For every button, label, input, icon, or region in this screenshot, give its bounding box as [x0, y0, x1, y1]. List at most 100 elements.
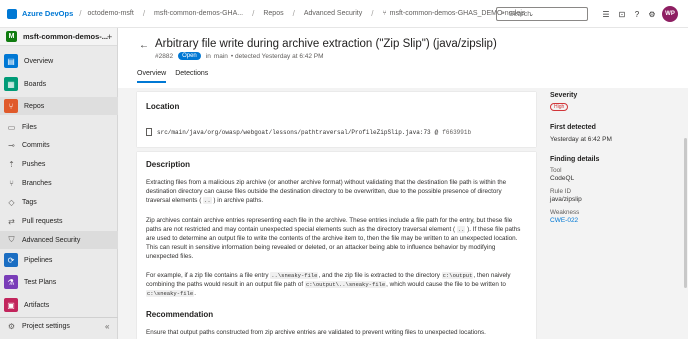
branch-icon: ⑂: [9, 178, 14, 188]
back-arrow-icon[interactable]: ←: [139, 40, 149, 51]
details-panel: Severity High First detected Yesterday a…: [550, 92, 670, 224]
description-card: Description Extracting files from a mali…: [137, 152, 536, 339]
shield-icon: ⛉: [8, 235, 15, 244]
alert-id: #2882: [155, 52, 174, 60]
sidebar-item-boards[interactable]: ▦ Boards: [0, 75, 118, 93]
text: Extracting files from a malicious zip ar…: [146, 179, 507, 204]
inline-code: c:\sneaky-file: [146, 290, 195, 297]
alert-header: ← Arbitrary file write during archive ex…: [118, 28, 688, 88]
main-content: ← Arbitrary file write during archive ex…: [118, 28, 688, 339]
inline-code: ..\sneaky-file: [270, 272, 319, 279]
text: For example, if a zip file contains a fi…: [146, 272, 269, 279]
breadcrumb-separator: /: [292, 9, 295, 18]
first-detected-value: Yesterday at 6:42 PM: [550, 136, 612, 143]
list-icon[interactable]: ☰: [601, 9, 611, 19]
first-detected-label: First detected: [550, 124, 596, 131]
rule-id-value: java/zipslip: [550, 196, 582, 203]
rule-id-label: Rule ID: [550, 188, 571, 195]
recommendation-heading: Recommendation: [146, 310, 214, 319]
inline-code: c:\output\..\sneaky-file: [304, 281, 387, 288]
sidebar-item-pipelines[interactable]: ⟳ Pipelines: [0, 251, 118, 269]
push-icon: ⇡: [8, 159, 15, 169]
sidebar-item-branches[interactable]: ⑂ Branches: [0, 174, 118, 192]
gear-icon: ⚙: [7, 322, 16, 331]
breadcrumb-project[interactable]: msft-common-demos-GHA...: [154, 10, 243, 17]
tag-icon: ◇: [8, 197, 15, 207]
sidebar-item-repos[interactable]: ⑂ Repos: [0, 97, 118, 115]
sidebar-item-label: Tags: [22, 198, 37, 206]
overview-icon: ▤: [4, 54, 18, 68]
file-icon: [146, 128, 152, 136]
sidebar-item-artifacts[interactable]: ▣ Artifacts: [0, 296, 118, 314]
sidebar-item-advanced-security[interactable]: ⛉ Advanced Security: [0, 231, 118, 249]
location-card: Location src/main/java/org/owasp/webgoat…: [137, 92, 536, 147]
weakness-label: Weakness: [550, 209, 580, 216]
sidebar-item-files[interactable]: ▭ Files: [0, 118, 118, 136]
status-badge: Open: [178, 52, 201, 60]
sidebar-item-label: Commits: [22, 141, 50, 149]
test-plans-icon: ⚗: [4, 275, 18, 289]
project-selector[interactable]: M msft-common-demos-... +: [0, 28, 117, 46]
inline-code: ..: [203, 197, 212, 204]
branch-name: main: [213, 52, 228, 60]
at-sign: @: [434, 128, 439, 136]
breadcrumb-separator: /: [142, 9, 146, 18]
description-paragraph-1: Extracting files from a malicious zip ar…: [146, 178, 527, 205]
inline-code: c:\output: [441, 272, 474, 279]
location-path: src/main/java/org/owasp/webgoat/lessons/…: [146, 128, 471, 136]
breadcrumb-separator: /: [371, 9, 374, 18]
location-heading: Location: [146, 102, 180, 111]
weakness-link[interactable]: CWE-022: [550, 217, 670, 224]
tool-value: CodeQL: [550, 175, 575, 182]
sidebar-item-label: Pipelines: [24, 256, 53, 264]
breadcrumb-org[interactable]: octodemo-msft: [88, 10, 134, 17]
user-settings-icon[interactable]: ⚙: [647, 9, 657, 19]
help-icon[interactable]: ?: [632, 9, 642, 19]
breadcrumb-repos[interactable]: Repos: [263, 10, 283, 17]
breadcrumb-separator: /: [252, 9, 255, 18]
search-icon: ⌕: [501, 10, 505, 17]
pull-request-icon: ⇄: [8, 216, 15, 226]
commit-icon: ⊸: [8, 140, 15, 150]
recommendation-text: Ensure that output paths constructed fro…: [146, 329, 486, 336]
file-icon: ▭: [7, 122, 16, 132]
tab-overview[interactable]: Overview: [137, 70, 167, 83]
project-badge: M: [6, 31, 17, 42]
avatar[interactable]: WP: [662, 6, 678, 22]
sidebar-item-overview[interactable]: ▤ Overview: [0, 52, 118, 70]
scrollbar[interactable]: [684, 138, 687, 288]
shopping-bag-icon[interactable]: ⊡: [617, 9, 627, 19]
sidebar-item-tags[interactable]: ◇ Tags: [0, 193, 118, 211]
sidebar-item-pushes[interactable]: ⇡ Pushes: [0, 155, 118, 173]
file-path-link[interactable]: src/main/java/org/owasp/webgoat/lessons/…: [157, 129, 431, 136]
detected-time: • detected Yesterday at 6:42 PM: [230, 52, 324, 60]
sidebar-item-pull-requests[interactable]: ⇄ Pull requests: [0, 212, 118, 230]
sidebar-item-commits[interactable]: ⊸ Commits: [0, 136, 118, 154]
description-paragraph-2: Zip archives contain archive entries rep…: [146, 216, 527, 261]
tab-detections[interactable]: Detections: [175, 70, 208, 83]
sidebar-item-label: Artifacts: [24, 301, 50, 309]
product-name[interactable]: Azure DevOps: [22, 9, 73, 18]
sidebar-item-label: Overview: [24, 57, 54, 65]
search-input[interactable]: [508, 10, 579, 18]
add-icon[interactable]: +: [107, 32, 112, 42]
sidebar-item-label: Test Plans: [24, 278, 57, 286]
text: , and the zip file is extracted to the d…: [318, 272, 440, 279]
sidebar: M msft-common-demos-... + ▤ Overview ▦ B…: [0, 28, 118, 339]
azure-devops-logo-icon[interactable]: [7, 8, 17, 19]
sidebar-item-test-plans[interactable]: ⚗ Test Plans: [0, 273, 118, 291]
breadcrumb-advanced-security[interactable]: Advanced Security: [304, 10, 362, 17]
alert-title: Arbitrary file write during archive extr…: [155, 38, 497, 50]
tab-bar: Overview Detections: [137, 70, 217, 83]
search-box[interactable]: ⌕: [496, 7, 588, 21]
commit-hash[interactable]: f663991b: [442, 129, 471, 136]
branch-prefix: in: [205, 52, 211, 60]
finding-details-label: Finding details: [550, 156, 600, 163]
project-settings[interactable]: ⚙ Project settings «: [0, 317, 118, 335]
sidebar-item-label: Advanced Security: [22, 236, 81, 244]
artifacts-icon: ▣: [4, 298, 18, 312]
collapse-icon[interactable]: «: [105, 322, 109, 331]
description-heading: Description: [146, 160, 191, 169]
breadcrumb-separator: /: [79, 9, 82, 18]
pipelines-icon: ⟳: [4, 253, 18, 267]
